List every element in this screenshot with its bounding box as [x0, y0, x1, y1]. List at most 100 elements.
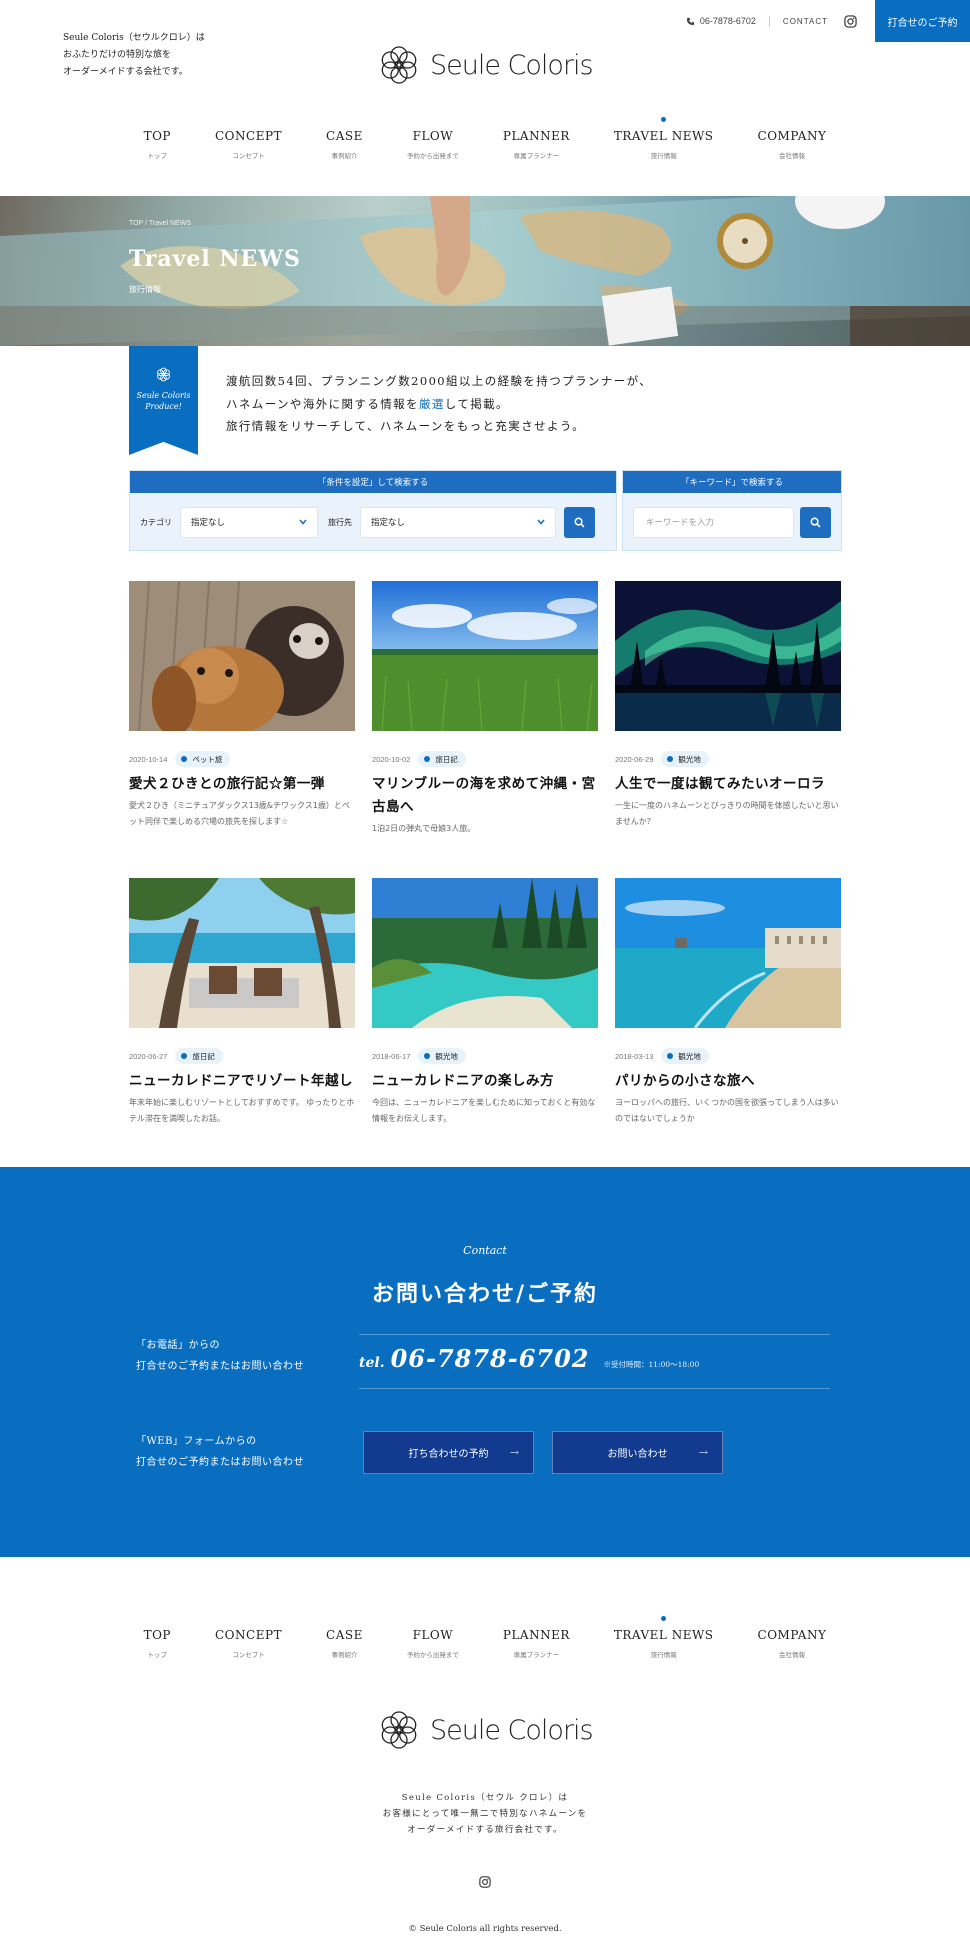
phone-contact-label: 「お電話」からの 打合せのご予約またはお問い合わせ — [136, 1340, 304, 1372]
article-tag[interactable]: ペット旅 — [175, 751, 231, 767]
business-hours: ※受付時間：11:00～18:00 — [603, 1360, 700, 1369]
article-title[interactable]: 愛犬２ひきとの旅行記☆第一弾 — [129, 773, 355, 796]
destination-select[interactable]: 指定なし — [360, 506, 556, 538]
highlight-link[interactable]: 厳選 — [419, 397, 445, 411]
article-card[interactable]: 2020-06-27 旅日記 ニューカレドニアでリゾート年越し 年末年始に楽しむ… — [129, 878, 355, 1127]
arrow-right-icon: → — [509, 1446, 519, 1459]
nav-item-company[interactable]: COMPANY 会社情報 — [758, 129, 827, 160]
article-thumbnail-coast[interactable] — [615, 878, 841, 1028]
site-header: Seule Coloris（セウルクロレ）は おふたりだけの特別な旅を オーダー… — [0, 0, 970, 196]
article-date: 2020-10-02 — [372, 754, 411, 764]
article-tag[interactable]: 観光地 — [661, 1048, 709, 1064]
category-select[interactable]: 指定なし — [180, 506, 318, 538]
nav-item-planner[interactable]: PLANNER 専属プランナー — [503, 129, 570, 160]
keyword-search-panel: 「キーワード」で検索する キーワードを入力 — [622, 470, 842, 551]
flower-logo-icon — [381, 46, 417, 84]
article-title[interactable]: 人生で一度は観てみたいオーロラ — [615, 773, 841, 796]
reserve-button[interactable]: 打合せのご予約 — [875, 0, 970, 42]
footer-nav-item-flow[interactable]: FLOW 予約から出発まで — [407, 1628, 459, 1659]
utility-bar: 06-7878-6702 CONTACT 打合せのご予約 — [686, 0, 970, 42]
header-phone-link[interactable]: 06-7878-6702 — [686, 16, 756, 26]
nav-item-top[interactable]: TOP トップ — [144, 129, 171, 160]
article-tag[interactable]: 観光地 — [661, 751, 709, 767]
util-divider — [768, 15, 770, 27]
article-excerpt: ヨーロッパへの旅行、いくつかの国を欲張ってしまう人は多いのではないでしょうか — [615, 1098, 839, 1123]
article-date: 2018-03-13 — [615, 1051, 654, 1061]
article-excerpt: 一生に一度のハネムーンとびっきりの時間を体感したいと思いませんか？ — [615, 801, 839, 826]
nav-item-concept[interactable]: CONCEPT コンセプト — [215, 129, 282, 160]
keyword-search-heading: 「キーワード」で検索する — [623, 471, 841, 493]
breadcrumb: TOP / Travel NEWS — [129, 220, 191, 227]
article-card[interactable]: 2020-06-29 観光地 人生で一度は観てみたいオーロラ 一生に一度のハネム… — [615, 581, 841, 830]
intro-text: 渡航回数54回、プランニング数2000組以上の経験を持つプランナーが、 ハネムー… — [226, 374, 653, 433]
page-title: Travel NEWS — [129, 246, 301, 272]
inquiry-form-button[interactable]: お問い合わせ → — [552, 1431, 723, 1474]
footer-logo[interactable]: Seule Coloris — [378, 1709, 594, 1751]
produce-ribbon: Seule Coloris Produce! — [129, 346, 198, 455]
article-title[interactable]: ニューカレドニアの楽しみ方 — [372, 1070, 598, 1093]
header-contact-link[interactable]: CONTACT — [783, 17, 828, 26]
article-tag[interactable]: 旅日記 — [418, 751, 466, 767]
nav-item-travel-news[interactable]: TRAVEL NEWS 旅行情報 — [614, 117, 714, 160]
destination-label: 旅行先 — [328, 517, 352, 527]
footer-nav-item-planner[interactable]: PLANNER 専属プランナー — [503, 1628, 570, 1659]
article-title[interactable]: ニューカレドニアでリゾート年越し — [129, 1070, 355, 1093]
active-indicator — [661, 117, 667, 122]
contact-title: お問い合わせ/ご予約 — [371, 1281, 599, 1307]
active-indicator — [661, 1616, 667, 1621]
keyword-input[interactable]: キーワードを入力 — [633, 506, 795, 538]
article-card[interactable]: 2020-10-02 旅日記 マリンブルーの海を求めて沖縄・宮古島へ 1泊2日の… — [372, 581, 598, 837]
footer-nav-item-concept[interactable]: CONCEPT コンセプト — [215, 1628, 282, 1659]
article-excerpt: 年末年始に楽しむリゾートとしておすすめです。 ゆったりとホテル滞在を満喫したお話… — [129, 1098, 355, 1123]
phone-icon — [686, 17, 694, 25]
footer-nav-item-top[interactable]: TOP トップ — [144, 1628, 171, 1659]
contact-phone-link[interactable]: tel. 06-7878-6702 ※受付時間：11:00～18:00 — [359, 1344, 699, 1373]
article-excerpt: 今回は、ニューカレドニアを楽しむために知っておくと有効な情報をお伝えします。 — [372, 1098, 596, 1123]
contact-script-heading: Contact — [463, 1244, 507, 1257]
keyword-search-button[interactable] — [800, 506, 831, 538]
article-thumbnail-aurora[interactable] — [615, 581, 841, 731]
article-tag[interactable]: 旅日記 — [175, 1048, 223, 1064]
article-title[interactable]: パリからの小さな旅へ — [615, 1070, 841, 1093]
web-contact-label: 「WEB」フォームからの 打合せのご予約またはお問い合わせ — [136, 1436, 304, 1468]
page-hero: TOP / Travel NEWS Travel NEWS 旅行情報 — [0, 196, 970, 346]
search-icon — [574, 517, 585, 528]
nav-item-case[interactable]: CASE 事例紹介 — [326, 129, 363, 160]
article-tag[interactable]: 観光地 — [418, 1048, 466, 1064]
article-date: 2020-10-14 — [129, 754, 168, 764]
footer-nav-item-case[interactable]: CASE 事例紹介 — [326, 1628, 363, 1659]
article-title[interactable]: マリンブルーの海を求めて沖縄・宮古島へ — [372, 773, 598, 819]
footer-nav-item-company[interactable]: COMPANY 会社情報 — [758, 1628, 827, 1659]
condition-search-panel: 「条件を設定」して検索する カテゴリ 指定なし 旅行先 指定なし — [129, 470, 617, 551]
footer-description: Seule Coloris（セウル クロレ）は お客様にとって唯一無二で特別なハ… — [382, 1793, 588, 1835]
article-thumbnail-lagoon[interactable] — [372, 878, 598, 1028]
article-excerpt: 1泊2日の弾丸で母娘3人旅。 — [372, 824, 476, 833]
article-thumbnail-field[interactable] — [372, 581, 598, 731]
instagram-icon[interactable] — [844, 14, 857, 28]
article-card[interactable]: 2018-03-13 観光地 パリからの小さな旅へ ヨーロッパへの旅行、いくつか… — [615, 878, 841, 1127]
divider — [359, 1334, 830, 1335]
logo-text: Seule Coloris — [430, 1714, 594, 1746]
condition-search-button[interactable] — [564, 506, 595, 538]
instagram-icon[interactable] — [479, 1873, 491, 1892]
nav-item-flow[interactable]: FLOW 予約から出発まで — [407, 129, 459, 160]
page-subtitle: 旅行情報 — [129, 285, 161, 294]
footer-nav: TOP トップ CONCEPT コンセプト CASE 事例紹介 FLOW 予約から出発ま… — [0, 1616, 970, 1659]
divider — [359, 1388, 830, 1389]
copyright: © Seule Coloris all rights reserved. — [408, 1924, 562, 1934]
chevron-down-icon — [537, 519, 545, 525]
category-label: カテゴリ — [140, 517, 172, 527]
site-logo[interactable]: Seule Coloris — [378, 44, 594, 86]
contact-section: Contact お問い合わせ/ご予約 「お電話」からの 打合せのご予約またはお問… — [0, 1167, 970, 1557]
flower-logo-icon — [157, 367, 170, 382]
article-thumbnail-beach-cafe[interactable] — [129, 878, 355, 1028]
logo-text: Seule Coloris — [430, 49, 594, 81]
arrow-right-icon: → — [698, 1446, 708, 1459]
article-excerpt: 愛犬２ひき（ミニチュアダックス13歳&チワックス1歳）とペット同伴で楽しめる穴場… — [129, 801, 350, 826]
footer-nav-item-travel-news[interactable]: TRAVEL NEWS 旅行情報 — [614, 1616, 714, 1659]
article-card[interactable]: 2018-06-17 観光地 ニューカレドニアの楽しみ方 今回は、ニューカレドニ… — [372, 878, 598, 1127]
reservation-form-button[interactable]: 打ち合わせの予約 → — [363, 1431, 534, 1474]
article-thumbnail-dogs[interactable] — [129, 581, 355, 731]
article-date: 2018-06-17 — [372, 1051, 411, 1061]
article-card[interactable]: 2020-10-14 ペット旅 愛犬２ひきとの旅行記☆第一弾 愛犬２ひき（ミニチ… — [129, 581, 355, 830]
